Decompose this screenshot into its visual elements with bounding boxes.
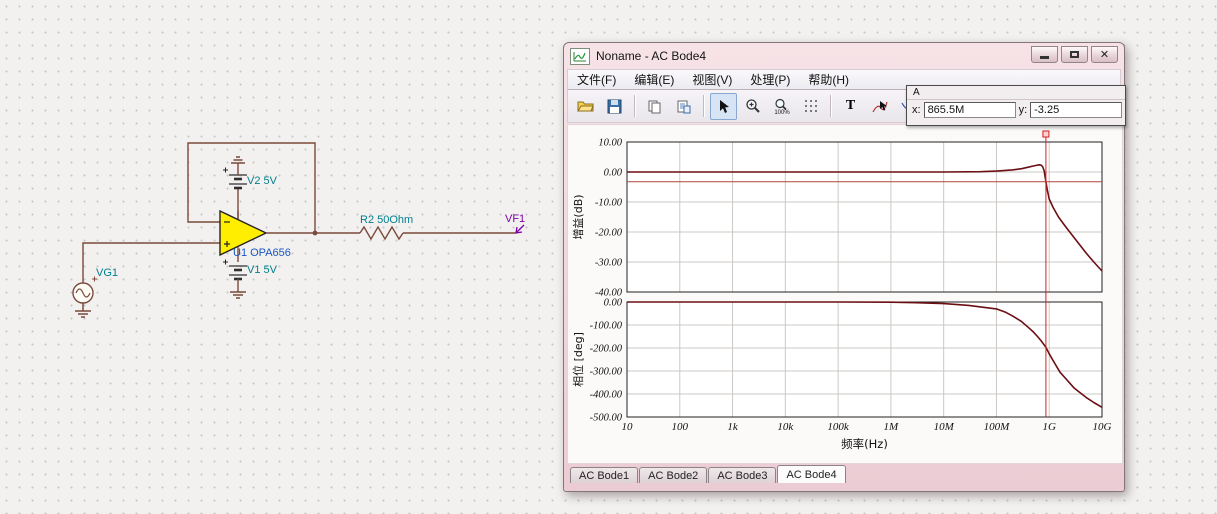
vf1-label: VF1 — [505, 213, 525, 225]
svg-text:10k: 10k — [777, 421, 794, 433]
copy-page-button[interactable] — [670, 93, 697, 120]
zoom-100-tool[interactable]: 100% — [768, 93, 795, 120]
cursor-a-tool[interactable] — [866, 93, 893, 120]
svg-text:100: 100 — [672, 421, 689, 433]
cursor-y-label: y: — [1018, 104, 1028, 116]
menu-edit[interactable]: 编辑(E) — [625, 69, 683, 90]
svg-text:-400.00: -400.00 — [590, 390, 623, 401]
svg-text:-30.00: -30.00 — [595, 258, 623, 269]
cursor-handle — [1042, 130, 1050, 138]
copy-button[interactable] — [641, 93, 668, 120]
zoom-in-tool[interactable] — [739, 93, 766, 120]
svg-text:1M: 1M — [884, 421, 900, 433]
titlebar[interactable]: Noname - AC Bode4 ✕ — [564, 43, 1124, 69]
menu-help[interactable]: 帮助(H) — [799, 69, 858, 90]
schematic-canvas[interactable]: VG1 V2 5V U1 OPA656 V1 5V R2 50Ohm VF1 — [0, 0, 563, 514]
maximize-button[interactable] — [1061, 45, 1088, 63]
ground-symbol — [231, 156, 245, 164]
svg-text:-200.00: -200.00 — [590, 344, 623, 355]
cursor-panel-title: A — [907, 86, 1125, 100]
menu-file[interactable]: 文件(F) — [568, 69, 625, 90]
svg-text:-500.00: -500.00 — [590, 413, 623, 424]
svg-text:1k: 1k — [727, 421, 739, 433]
bode-plot[interactable]: 10.000.00-10.00-20.00-30.00-40.00增益(dB)0… — [568, 125, 1124, 465]
svg-text:-300.00: -300.00 — [590, 367, 623, 378]
vg1-label: VG1 — [96, 267, 118, 279]
menu-view[interactable]: 视图(V) — [683, 69, 741, 90]
probe-vf1[interactable]: VF1 — [505, 213, 525, 234]
tab-ac-bode2[interactable]: AC Bode2 — [639, 467, 708, 483]
window-title: Noname - AC Bode4 — [596, 49, 707, 63]
tab-ac-bode3[interactable]: AC Bode3 — [708, 467, 777, 483]
schematic-desktop: VG1 V2 5V U1 OPA656 V1 5V R2 50Ohm VF1 N… — [0, 0, 1217, 514]
cursor-y-value[interactable] — [1030, 102, 1123, 118]
close-button[interactable]: ✕ — [1091, 45, 1118, 63]
resistor-r2[interactable]: R2 50Ohm — [266, 214, 516, 241]
opamp-u1[interactable]: U1 OPA656 — [219, 209, 291, 262]
v1-label: V1 5V — [247, 264, 278, 276]
svg-text:100%: 100% — [774, 110, 790, 115]
svg-text:100M: 100M — [984, 421, 1011, 433]
svg-text:增益(dB): 增益(dB) — [571, 194, 585, 239]
svg-text:-20.00: -20.00 — [595, 228, 623, 239]
wire-node — [312, 230, 318, 236]
r2-label: R2 50Ohm — [360, 214, 413, 226]
svg-text:0.00: 0.00 — [604, 168, 623, 179]
ground-symbol — [75, 303, 91, 318]
svg-text:0.00: 0.00 — [604, 298, 623, 309]
cursor-x-label: x: — [912, 104, 921, 116]
toolbar-separator — [703, 95, 704, 117]
save-button[interactable] — [601, 93, 628, 120]
bode-window: Noname - AC Bode4 ✕ 文件(F) 编辑(E) 视图(V) 处理… — [563, 42, 1126, 492]
svg-text:10: 10 — [622, 421, 634, 433]
battery-v1[interactable]: V1 5V — [223, 259, 278, 299]
svg-text:10G: 10G — [1093, 421, 1112, 433]
grid-toggle[interactable] — [797, 93, 824, 120]
tab-ac-bode4[interactable]: AC Bode4 — [777, 465, 846, 483]
ground-symbol — [230, 291, 246, 299]
feedback-wire[interactable] — [187, 142, 316, 233]
text-tool[interactable]: T — [837, 93, 864, 120]
svg-text:频率(Hz): 频率(Hz) — [841, 437, 888, 451]
cursor-x-value[interactable] — [923, 102, 1016, 118]
minimize-button[interactable] — [1031, 45, 1058, 63]
battery-v2[interactable]: V2 5V — [223, 156, 278, 219]
svg-text:1G: 1G — [1042, 421, 1056, 433]
toolbar-separator — [830, 95, 831, 117]
u1-label: U1 OPA656 — [233, 247, 291, 259]
svg-text:10.00: 10.00 — [598, 138, 622, 149]
app-icon — [570, 47, 590, 65]
svg-text:相位 [deg]: 相位 [deg] — [571, 332, 585, 387]
plot-area: 10.00 0.00 -10.00 -20.00 -30.00 -40.00 增益(dB) 0… — [567, 124, 1123, 464]
v2-label: V2 5V — [247, 175, 278, 187]
svg-text:100k: 100k — [827, 421, 850, 433]
tabbar: AC Bode1 AC Bode2 AC Bode3 AC Bode4 — [570, 465, 847, 483]
pointer-tool[interactable] — [710, 92, 737, 120]
tab-ac-bode1[interactable]: AC Bode1 — [570, 467, 639, 483]
toolbar-separator — [634, 95, 635, 117]
menu-process[interactable]: 处理(P) — [741, 69, 799, 90]
voltage-generator-vg1[interactable]: VG1 — [72, 242, 220, 318]
cursor-coordinate-panel[interactable]: A x: y: — [906, 85, 1126, 126]
open-button[interactable] — [572, 93, 599, 120]
svg-text:-100.00: -100.00 — [590, 321, 623, 332]
svg-text:10M: 10M — [934, 421, 955, 433]
svg-text:-10.00: -10.00 — [595, 198, 623, 209]
